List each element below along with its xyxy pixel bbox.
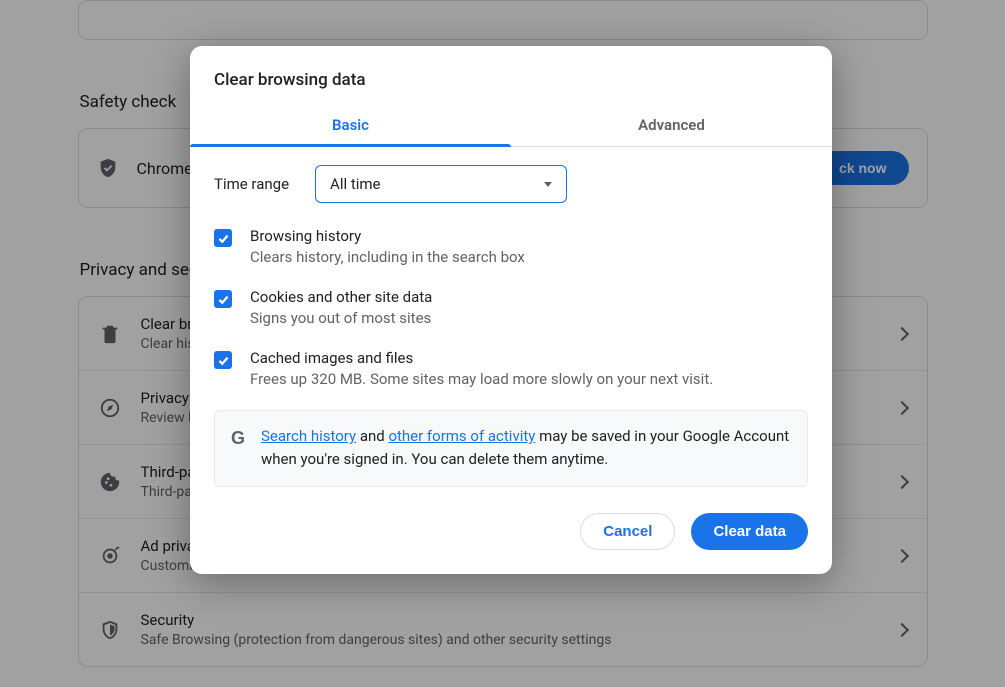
time-range-value: All time — [330, 175, 380, 193]
item-sub: Signs you out of most sites — [250, 309, 432, 327]
item-title: Cached images and files — [250, 349, 713, 367]
google-account-info: G Search history and other forms of acti… — [214, 410, 808, 487]
tab-basic[interactable]: Basic — [190, 106, 511, 146]
checkbox-cookies[interactable] — [214, 290, 232, 308]
item-title: Browsing history — [250, 227, 525, 245]
search-history-link[interactable]: Search history — [261, 427, 356, 445]
clear-browsing-data-dialog: Clear browsing data Basic Advanced Time … — [190, 46, 832, 574]
tab-advanced[interactable]: Advanced — [511, 106, 832, 146]
dialog-title: Clear browsing data — [190, 46, 832, 106]
cancel-button[interactable]: Cancel — [580, 513, 675, 550]
checkbox-browsing-history[interactable] — [214, 229, 232, 247]
google-g-icon: G — [231, 429, 245, 447]
caret-down-icon — [544, 182, 552, 187]
clear-data-button[interactable]: Clear data — [691, 513, 808, 550]
time-range-select[interactable]: All time — [315, 165, 567, 203]
item-title: Cookies and other site data — [250, 288, 432, 306]
item-sub: Clears history, including in the search … — [250, 248, 525, 266]
time-range-label: Time range — [214, 175, 289, 193]
info-mid: and — [356, 427, 388, 445]
item-sub: Frees up 320 MB. Some sites may load mor… — [250, 370, 713, 388]
other-activity-link[interactable]: other forms of activity — [388, 427, 535, 445]
checkbox-cache[interactable] — [214, 351, 232, 369]
